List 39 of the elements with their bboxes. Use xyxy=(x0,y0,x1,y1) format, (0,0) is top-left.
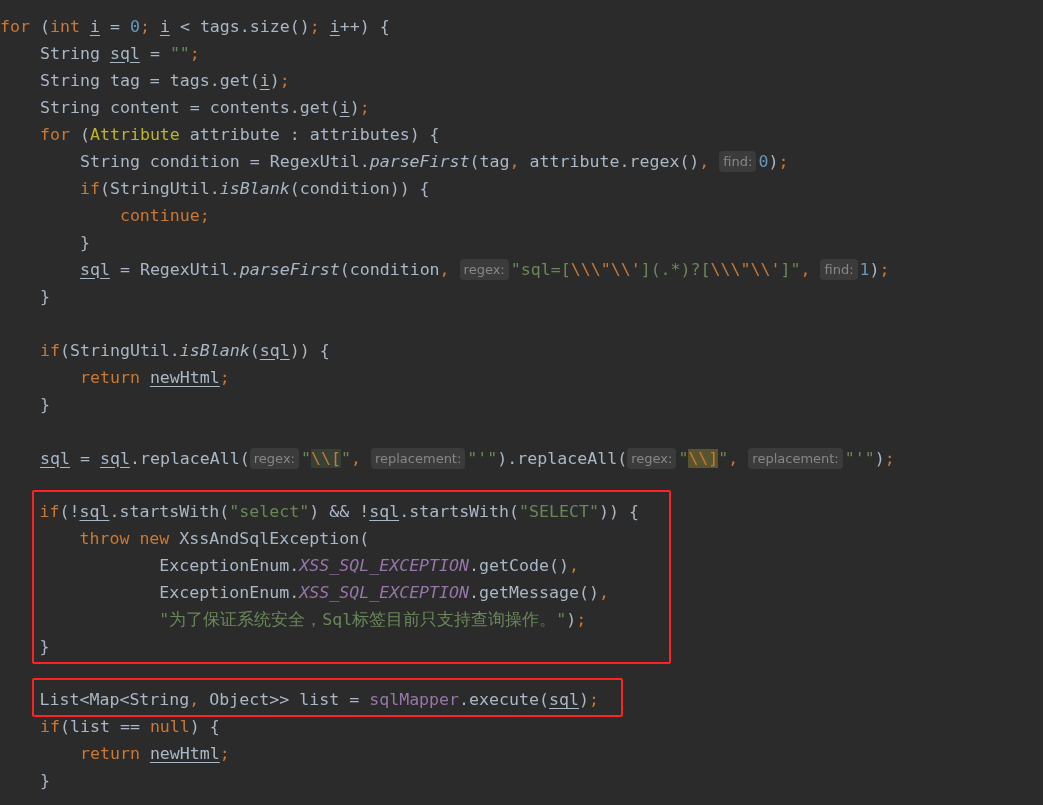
code-line: 1); xyxy=(859,258,890,281)
code-line: throw new XssAndSqlException( xyxy=(79,528,370,550)
code-line: return newHtml; xyxy=(79,366,230,389)
code-line: "'"); xyxy=(844,447,895,470)
code-line: ExceptionEnum.XSS_SQL_EXCEPTION.getMessage(), xyxy=(159,582,609,604)
code-line: "\\]", xyxy=(678,447,740,470)
code-line: String content = contents.get(i); xyxy=(39,96,370,119)
code-line: for (Attribute attribute : attributes) { xyxy=(39,123,440,146)
code-line: } xyxy=(39,393,50,416)
code-line: continue; xyxy=(119,204,210,227)
code-line: } xyxy=(79,231,90,254)
parameter-hint: find: xyxy=(719,150,757,172)
parameter-hint: find: xyxy=(820,258,858,280)
parameter-hint: replacement: xyxy=(748,447,843,469)
code-line: if(StringUtil.isBlank(sql)) { xyxy=(39,339,330,362)
code-line: if(list == null) { xyxy=(39,715,220,738)
code-line: String sql = ""; xyxy=(39,42,200,65)
code-line: sql = sql.replaceAll( xyxy=(39,447,250,470)
code-line: sql = RegexUtil.parseFirst(condition, xyxy=(79,258,451,281)
parameter-hint: replacement: xyxy=(370,447,466,469)
code-line: String tag = tags.get(i); xyxy=(39,69,290,92)
parameter-hint: regex: xyxy=(627,447,677,469)
code-line: if(!sql.startsWith("select") && !sql.startsWith("SELECT")) { xyxy=(39,501,639,523)
code-line: "\\[", xyxy=(300,447,362,470)
parameter-hint: regex: xyxy=(249,447,299,469)
code-line: } xyxy=(39,769,50,792)
code-line: return newHtml; xyxy=(79,742,230,765)
code-line: "sql=[\\\"\\'](.*)?[\\\"\\']", xyxy=(510,258,812,281)
code-line: "'").replaceAll( xyxy=(467,447,628,470)
code-line: "为了保证系统安全，Sql标签目前只支持查询操作。"); xyxy=(159,609,587,631)
code-line: 0); xyxy=(758,150,789,173)
code-line: if(StringUtil.isBlank(condition)) { xyxy=(79,177,430,200)
code-line: List<Map<String, Object>> list = sqlMapper.execute(sql); xyxy=(39,689,599,711)
code-line: ExceptionEnum.XSS_SQL_EXCEPTION.getCode(), xyxy=(159,555,579,577)
code-line: } xyxy=(39,636,50,658)
parameter-hint: regex: xyxy=(459,258,509,280)
code-line: } xyxy=(39,285,50,308)
code-line: String condition = RegexUtil.parseFirst(tag, attribute.regex(), xyxy=(79,150,711,173)
code-line: for (int i = 0; i < tags.size(); i++) { xyxy=(0,15,390,38)
